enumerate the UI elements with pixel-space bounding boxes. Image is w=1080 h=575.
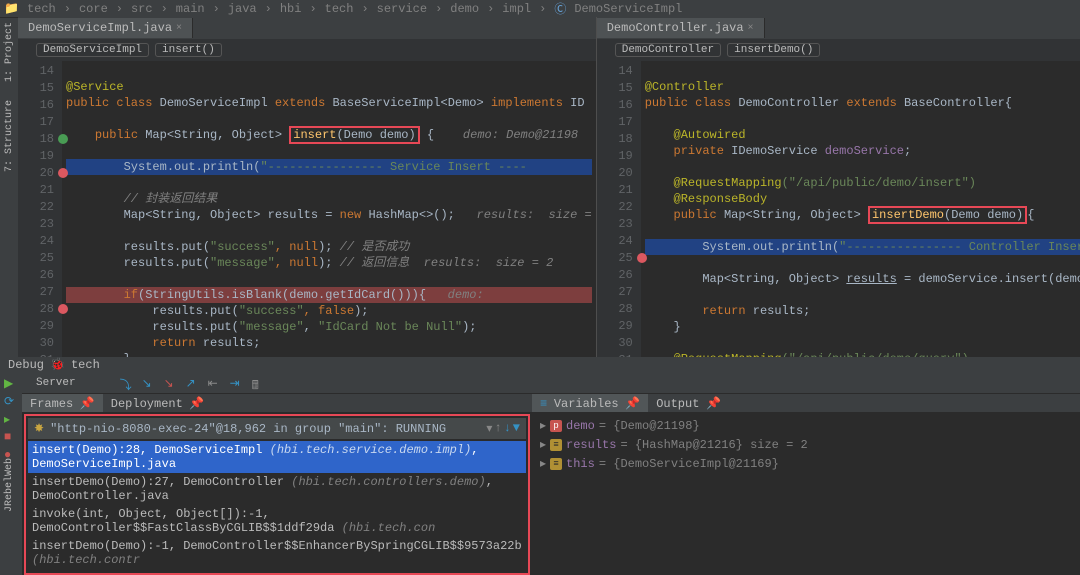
project-tab[interactable]: 1: Project: [4, 22, 15, 82]
variable-row[interactable]: ▸≡this = {DemoServiceImpl@21169}: [538, 454, 1074, 473]
jrebel-tab[interactable]: JRebel: [4, 476, 15, 512]
stack-frame[interactable]: insert(Demo):28, DemoServiceImpl (hbi.te…: [28, 441, 526, 473]
step-out-icon[interactable]: ↗: [186, 376, 200, 390]
breadcrumb-class[interactable]: DemoController: [615, 43, 721, 57]
stack-frame[interactable]: insertDemo(Demo):-1, DemoController$$Enh…: [28, 537, 526, 569]
next-frame-icon[interactable]: ↓: [504, 421, 511, 436]
run-to-cursor-icon[interactable]: ⇥: [230, 376, 244, 390]
breadcrumb-class[interactable]: DemoServiceImpl: [36, 43, 149, 57]
variable-row[interactable]: ▸pdemo = {Demo@21198}: [538, 416, 1074, 435]
folder-icon: 📁: [4, 1, 19, 16]
pin-icon[interactable]: 📌: [625, 397, 640, 411]
debug-toolbar: Server ⤵ ↘ ↘ ↗ ⇤ ⇥ 🖩: [22, 372, 1080, 394]
server-tab[interactable]: Server: [28, 375, 84, 391]
obj-badge: ≡: [550, 439, 562, 451]
line-gutter[interactable]: 14 15 16 17 18 19 20 21 22 23 24 25 26 2…: [18, 61, 62, 357]
editor-tab-demoserviceimpl[interactable]: DemoServiceImpl.java ×: [18, 18, 193, 38]
breadcrumb-method[interactable]: insert(): [155, 43, 222, 57]
output-tab[interactable]: Output 📌: [648, 394, 729, 412]
right-editor-pane: DemoController.java × DemoController ins…: [597, 17, 1080, 357]
rerun-icon[interactable]: ▶: [4, 376, 18, 390]
resume-icon[interactable]: ▸: [4, 412, 18, 426]
force-step-icon[interactable]: ↘: [164, 376, 178, 390]
frames-tab[interactable]: Frames 📌: [22, 394, 103, 412]
breadcrumb-method[interactable]: insertDemo(): [727, 43, 820, 57]
step-into-icon[interactable]: ↘: [142, 376, 156, 390]
step-over-icon[interactable]: ⤵: [120, 376, 134, 390]
web-tab[interactable]: Web: [4, 458, 15, 476]
line-gutter[interactable]: 14 15 16 17 18 19 20 21 22 23 24 25 26 2…: [597, 61, 641, 357]
obj-badge: ≡: [550, 458, 562, 470]
debug-title-bar: Debug 🐞 tech: [0, 357, 1080, 372]
pin-icon[interactable]: 📌: [80, 397, 95, 411]
variable-row[interactable]: ▸≡results = {HashMap@21216} size = 2: [538, 435, 1074, 454]
drop-frame-icon[interactable]: ⇤: [208, 376, 222, 390]
stack-frames-list: insert(Demo):28, DemoServiceImpl (hbi.te…: [28, 439, 526, 571]
breadcrumb-nav: 📁 tech› core› src› main› java› hbi› tech…: [0, 0, 1080, 17]
pin-icon[interactable]: 📌: [706, 397, 721, 411]
structure-tab[interactable]: 7: Structure: [4, 100, 15, 172]
evaluate-icon[interactable]: 🖩: [252, 376, 266, 390]
expand-icon[interactable]: ▸: [540, 456, 546, 471]
variables-tab[interactable]: ≡ Variables 📌: [532, 394, 648, 412]
bug-icon: 🐞: [50, 357, 65, 372]
code-editor-right[interactable]: @Controller public class DemoController …: [641, 61, 1080, 357]
deployment-tab[interactable]: Deployment 📌: [103, 394, 213, 412]
dropdown-icon[interactable]: ▾: [486, 421, 492, 436]
pin-icon[interactable]: 📌: [189, 397, 204, 411]
left-editor-pane: DemoServiceImpl.java × DemoServiceImpl i…: [18, 17, 597, 357]
bottom-tool-bar: Web JRebel: [0, 458, 18, 538]
prev-frame-icon[interactable]: ↑: [494, 421, 501, 436]
close-icon[interactable]: ×: [748, 23, 754, 34]
class-icon: Ⓒ: [554, 0, 566, 17]
filter-icon[interactable]: ▼: [513, 421, 520, 436]
stack-frame[interactable]: insertDemo(Demo):27, DemoController (hbi…: [28, 473, 526, 505]
frames-redbox: ✸ "http-nio-8080-exec-24"@18,962 in grou…: [24, 414, 530, 575]
param-badge: p: [550, 420, 562, 432]
code-editor-left[interactable]: @Service public class DemoServiceImpl ex…: [62, 61, 596, 357]
stack-frame[interactable]: invoke(int, Object, Object[]):-1, DemoCo…: [28, 505, 526, 537]
thread-icon: ✸: [34, 421, 44, 436]
update-icon[interactable]: ⟳: [4, 394, 18, 408]
variables-list: ▸pdemo = {Demo@21198} ▸≡results = {HashM…: [532, 412, 1080, 477]
stop-icon[interactable]: ■: [4, 430, 18, 444]
left-tool-window-bar: 1: Project 7: Structure: [0, 18, 18, 358]
expand-icon[interactable]: ▸: [540, 437, 546, 452]
close-icon[interactable]: ×: [176, 23, 182, 34]
expand-icon[interactable]: ▸: [540, 418, 546, 433]
editor-tab-democontroller[interactable]: DemoController.java ×: [597, 18, 765, 38]
thread-dropdown[interactable]: ✸ "http-nio-8080-exec-24"@18,962 in grou…: [28, 418, 526, 439]
